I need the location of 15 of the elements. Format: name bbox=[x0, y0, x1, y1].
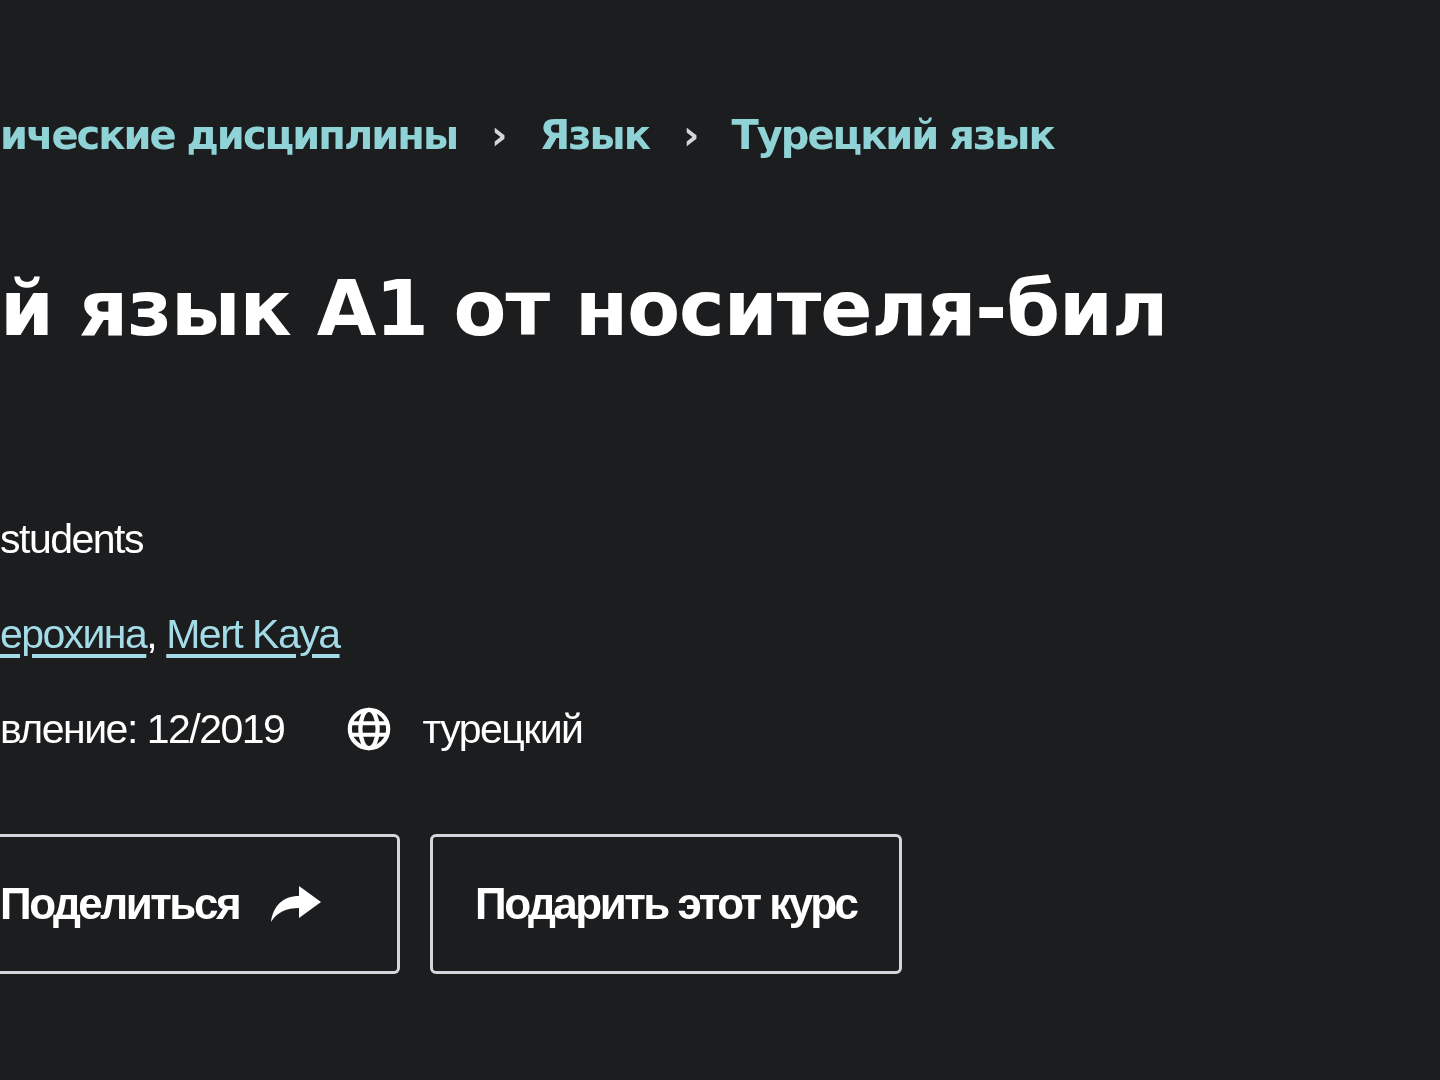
breadcrumb-link[interactable]: ические дисциплины bbox=[0, 112, 458, 158]
course-title: й язык А1 от носителя-бил bbox=[0, 264, 1169, 354]
chevron-icon: › bbox=[491, 112, 506, 158]
author-link[interactable]: Mert Kaya bbox=[166, 609, 340, 659]
last-updated: вление: 12/2019 bbox=[0, 705, 285, 754]
separator: , bbox=[146, 610, 157, 659]
breadcrumb-link[interactable]: Турецкий язык bbox=[731, 112, 1054, 158]
chevron-icon: › bbox=[682, 112, 698, 158]
share-button[interactable]: Поделиться bbox=[0, 834, 400, 974]
author-link[interactable]: ерохина bbox=[0, 609, 147, 659]
language: турецкий bbox=[422, 705, 583, 754]
students-count: students bbox=[0, 515, 144, 564]
globe-icon bbox=[346, 706, 393, 752]
breadcrumb-link[interactable]: Язык bbox=[539, 112, 649, 158]
gift-course-button[interactable]: Подарить этот курс bbox=[430, 834, 902, 974]
